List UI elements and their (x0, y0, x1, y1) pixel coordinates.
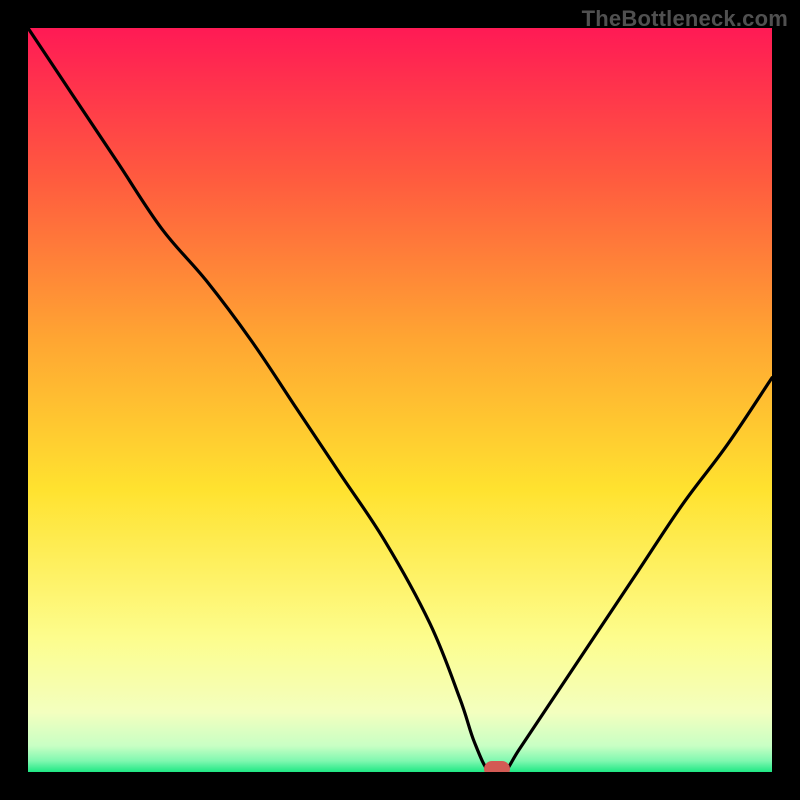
optimal-marker (484, 761, 510, 772)
watermark-label: TheBottleneck.com (582, 6, 788, 32)
bottleneck-curve (28, 28, 772, 772)
chart-stage: TheBottleneck.com (0, 0, 800, 800)
plot-area (28, 28, 772, 772)
